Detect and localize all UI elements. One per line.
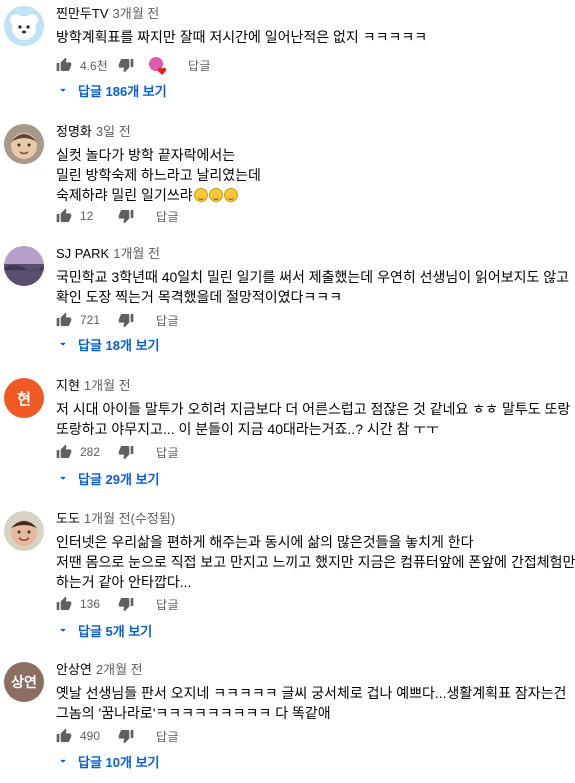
author-name[interactable]: SJ PARK: [56, 246, 109, 261]
reply-button[interactable]: 답글: [188, 57, 211, 74]
comment-header: 안상연 2개월 전: [56, 661, 569, 679]
author-name[interactable]: 안상연: [56, 662, 92, 677]
comment-time[interactable]: 2개월 전: [96, 662, 143, 677]
comment-line: 또랑하고 야무지고... 이 분들이 지금 40대라는거죠..? 시간 참 ㅜㅜ: [56, 421, 440, 437]
view-replies-label: 답글 186개 보기: [78, 83, 167, 99]
comment-thread: 정명화 3일 전 실컷 놀다가 방학 끝자락에서는 밀린 방학숙제 하느라고 날리…: [0, 118, 575, 230]
view-replies-button[interactable]: 답글 29개 보기: [56, 468, 159, 488]
comment-header: SJ PARK 1개월 전: [56, 245, 569, 263]
comment-time[interactable]: 3개월 전: [113, 6, 160, 21]
comment-thread: 현 지현 1개월 전 저 시대 아이들 말투가 오히려 지금보다 더 어른스럽고 …: [0, 372, 575, 494]
like-count: 136: [80, 597, 101, 611]
creator-heart-icon: [148, 56, 167, 75]
comment-thread: 도도 1개월 전(수정됨) 인터넷은 우리삶을 편하게 해주는과 동시에 삶의 많…: [0, 505, 575, 645]
reply-button[interactable]: 답글: [156, 312, 179, 329]
comment-line: 숙제하랴 밀린 일기쓰랴: [56, 187, 193, 203]
child-photo-icon: [4, 511, 44, 551]
like-count: 721: [80, 313, 101, 327]
chevron-down-icon: [56, 623, 70, 637]
view-replies-button[interactable]: 답글 5개 보기: [56, 620, 152, 640]
thumb-up-icon[interactable]: [56, 728, 72, 744]
comment-line: 방학계획표를 짜지만 잘때 저시간에 일어난적은 없지 ㅋㅋㅋㅋㅋ: [56, 29, 428, 45]
like-count: 490: [80, 729, 101, 743]
author-name[interactable]: 도도: [56, 511, 80, 526]
comment-line: 국민학교 3학년때 40일치 밀린 일기를 써서 제출했는데 우연히 선생님이 …: [56, 269, 570, 285]
thumb-down-icon[interactable]: [118, 444, 134, 460]
reply-button[interactable]: 답글: [156, 444, 179, 461]
chevron-down-icon: [56, 754, 70, 768]
author-name[interactable]: 찐만두TV: [56, 6, 109, 21]
comment-header: 찐만두TV 3개월 전: [56, 5, 569, 23]
comment-line: 저땐 몸으로 눈으로 직접 보고 만지고 느끼고 했지만 지금은 컴퓨터앞에 폰…: [56, 554, 575, 570]
thumb-up-icon[interactable]: [56, 312, 72, 328]
comment-thread: 찐만두TV 3개월 전 방학계획표를 짜지만 잘때 저시간에 일어난적은 없지 ㅋ…: [0, 0, 575, 110]
comment-text: 저 시대 아이들 말투가 오히려 지금보다 더 어른스럽고 점잖은 것 같네요 …: [56, 399, 571, 439]
comment-text: 국민학교 3학년때 40일치 밀린 일기를 써서 제출했는데 우연히 선생님이 …: [56, 267, 569, 307]
thumb-down-icon[interactable]: [118, 57, 134, 73]
comment-header: 정명화 3일 전: [56, 123, 569, 141]
emoji-icon: [193, 188, 208, 202]
reply-button[interactable]: 답글: [156, 596, 179, 613]
chevron-down-icon: [56, 471, 70, 485]
comment-header: 도도 1개월 전(수정됨): [56, 510, 569, 528]
comment-line: 옛날 선생님들 판서 오지네 ㅋㅋㅋㅋㅋ 글씨 궁서체로 겁나 예쁘다...생활…: [56, 685, 567, 701]
avatar[interactable]: [4, 124, 44, 164]
comment-text: 옛날 선생님들 판서 오지네 ㅋㅋㅋㅋㅋ 글씨 궁서체로 겁나 예쁘다...생활…: [56, 683, 569, 723]
comment-line: 인터넷은 우리삶을 편하게 해주는과 동시에 삶의 많은것들을 놓치게 한다: [56, 534, 474, 550]
comment-thread: 상연 안상연 2개월 전 옛날 선생님들 판서 오지네 ㅋㅋㅋㅋㅋ 글씨 궁서체로…: [0, 656, 575, 778]
comment-line: 실컷 놀다가 방학 끝자락에서는: [56, 147, 236, 163]
like-count: 12: [80, 209, 94, 223]
avatar[interactable]: 상연: [4, 662, 44, 702]
comment-time[interactable]: 3일 전: [96, 124, 131, 139]
comment-line: 확인 도장 찍는거 목격했을데 절망적이였다ㅋㅋㅋ: [56, 289, 343, 305]
comment-time[interactable]: 1개월 전(수정됨): [84, 511, 175, 526]
avatar-letter: 상연: [11, 674, 37, 690]
thumb-down-icon[interactable]: [118, 208, 134, 224]
comment-time[interactable]: 1개월 전: [113, 246, 160, 261]
comment-line-with-emoji: 숙제하랴 밀린 일기쓰랴: [56, 185, 569, 205]
like-count: 4.6천: [80, 58, 108, 73]
comment-text: 방학계획표를 짜지만 잘때 저시간에 일어난적은 없지 ㅋㅋㅋㅋㅋ: [56, 27, 569, 47]
dog-avatar-icon: [4, 6, 44, 46]
comment-thread: SJ PARK 1개월 전 국민학교 3학년때 40일치 밀린 일기를 써서 제출…: [0, 240, 575, 362]
view-replies-label: 답글 5개 보기: [78, 623, 153, 639]
baby-photo-icon: [4, 124, 44, 164]
chevron-down-icon: [56, 83, 70, 97]
comment-header: 지현 1개월 전: [56, 377, 569, 395]
comment-text: 인터넷은 우리삶을 편하게 해주는과 동시에 삶의 많은것들을 놓치게 한다 저…: [56, 532, 575, 592]
avatar[interactable]: 현: [4, 378, 44, 418]
thumb-down-icon[interactable]: [118, 596, 134, 612]
comment-line: 그놈의 '꿈나라로'ㅋㅋㅋㅋㅋㅋㅋㅋㅋ 다 똑같애: [56, 705, 331, 721]
thumb-up-icon[interactable]: [56, 596, 72, 612]
emoji-icon: [223, 188, 238, 202]
avatar-letter: 현: [17, 390, 31, 408]
view-replies-label: 답글 18개 보기: [78, 337, 160, 353]
view-replies-button[interactable]: 답글 186개 보기: [56, 80, 167, 100]
landscape-photo-icon: [4, 246, 44, 286]
like-count: 282: [80, 445, 101, 459]
avatar[interactable]: [4, 511, 44, 551]
avatar[interactable]: [4, 6, 44, 46]
comment-line: 밀린 방학숙제 하느라고 날리였는데: [56, 167, 261, 183]
thumb-down-icon[interactable]: [118, 728, 134, 744]
view-replies-button[interactable]: 답글 18개 보기: [56, 334, 159, 354]
author-name[interactable]: 지현: [56, 378, 80, 393]
thumb-up-icon[interactable]: [56, 444, 72, 460]
view-replies-button[interactable]: 답글 10개 보기: [56, 751, 159, 771]
emoji-icon: [208, 188, 223, 202]
chevron-down-icon: [56, 337, 70, 351]
reply-button[interactable]: 답글: [156, 728, 179, 745]
reply-button[interactable]: 답글: [156, 208, 179, 225]
author-name[interactable]: 정명화: [56, 124, 92, 139]
comment-time[interactable]: 1개월 전: [84, 378, 131, 393]
thumb-up-icon[interactable]: [56, 57, 72, 73]
thumb-up-icon[interactable]: [56, 208, 72, 224]
comment-line: 저 시대 아이들 말투가 오히려 지금보다 더 어른스럽고 점잖은 것 같네요 …: [56, 401, 571, 417]
comment-text: 실컷 놀다가 방학 끝자락에서는 밀린 방학숙제 하느라고 날리였는데 숙제하랴…: [56, 145, 569, 205]
thumb-down-icon[interactable]: [118, 312, 134, 328]
comment-line: 하는거 같아 안타깝다...: [56, 574, 192, 590]
view-replies-label: 답글 10개 보기: [78, 754, 160, 770]
avatar[interactable]: [4, 246, 44, 286]
view-replies-label: 답글 29개 보기: [78, 471, 160, 487]
